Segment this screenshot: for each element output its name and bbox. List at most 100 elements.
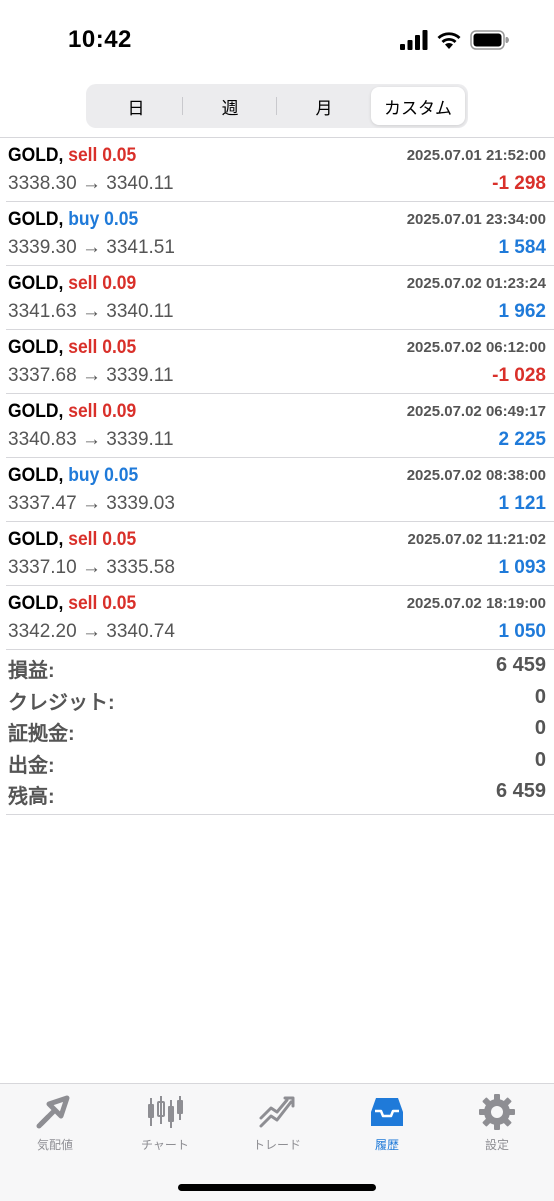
trade-row[interactable]: GOLD, sell 0.05 2025.07.02 06:12:00 3337…	[6, 330, 554, 394]
open-price: 3337.47	[8, 493, 77, 514]
wifi-icon	[436, 30, 462, 55]
arrow: →	[81, 173, 101, 194]
trade-prices: 3340.83 → 3339.11	[8, 429, 174, 451]
trade-title: GOLD, buy 0.05	[8, 209, 138, 231]
period-tab-day[interactable]: 日	[89, 87, 183, 125]
summary-balance-row: 残高: 6 459	[6, 776, 554, 808]
trade-symbol: GOLD,	[8, 273, 64, 294]
tab-quotes[interactable]: 気配値	[0, 1090, 110, 1153]
arrow: →	[81, 493, 101, 514]
close-price: 3339.11	[106, 429, 174, 450]
trade-time: 2025.07.01 23:34:00	[406, 211, 546, 228]
trade-type: sell 0.05	[68, 145, 137, 166]
trade-type: buy 0.05	[68, 209, 139, 230]
account-summary: 損益: 6 459 クレジット: 0 証拠金: 0 出金: 0 残高: 6 45…	[6, 650, 554, 815]
trade-profit: 1 093	[498, 557, 546, 578]
trade-type: sell 0.09	[68, 273, 137, 294]
trade-row[interactable]: GOLD, sell 0.09 2025.07.02 06:49:17 3340…	[6, 394, 554, 458]
tab-settings[interactable]: 設定	[442, 1090, 552, 1153]
close-price: 3340.11	[106, 173, 174, 194]
trade-time: 2025.07.02 11:21:02	[407, 531, 546, 548]
trade-symbol: GOLD,	[8, 465, 64, 486]
trade-title: GOLD, sell 0.05	[8, 145, 136, 167]
trade-type: sell 0.05	[68, 529, 137, 550]
trade-row[interactable]: GOLD, buy 0.05 2025.07.01 23:34:00 3339.…	[6, 202, 554, 266]
arrow: →	[81, 301, 101, 322]
tab-label: トレード	[252, 1138, 301, 1152]
trade-row[interactable]: GOLD, sell 0.05 2025.07.02 18:19:00 3342…	[6, 586, 554, 650]
history-icon	[365, 1090, 409, 1134]
trade-row[interactable]: GOLD, sell 0.05 2025.07.02 11:21:02 3337…	[6, 522, 554, 586]
status-time: 10:42	[68, 26, 132, 53]
tab-label: 履歴	[374, 1138, 399, 1152]
open-price: 3338.30	[8, 173, 77, 194]
trade-row[interactable]: GOLD, sell 0.05 2025.07.01 21:52:00 3338…	[6, 138, 554, 202]
close-price: 3335.58	[106, 557, 175, 578]
trade-symbol: GOLD,	[8, 145, 64, 166]
tab-history[interactable]: 履歴	[332, 1090, 442, 1153]
trade-profit: 1 584	[498, 237, 546, 258]
summary-value: 0	[534, 717, 546, 739]
arrow: →	[81, 621, 101, 642]
close-price: 3340.74	[106, 621, 175, 642]
summary-value: 6 459	[495, 780, 546, 802]
period-segmented-control: 日 週 月 カスタム	[86, 84, 468, 128]
trade-time: 2025.07.02 01:23:24	[406, 275, 546, 292]
trade-prices: 3341.63 → 3340.11	[8, 301, 174, 323]
period-tab-week[interactable]: 週	[183, 87, 277, 125]
trade-title: GOLD, sell 0.05	[8, 529, 136, 551]
cellular-signal-icon	[400, 30, 428, 55]
summary-profit-row: 損益: 6 459	[6, 650, 554, 682]
trade-type: sell 0.05	[68, 593, 137, 614]
close-price: 3341.51	[106, 237, 175, 258]
close-price: 3339.11	[106, 365, 174, 386]
trade-title: GOLD, sell 0.09	[8, 401, 136, 423]
trade-title: GOLD, sell 0.05	[8, 593, 136, 615]
trade-symbol: GOLD,	[8, 337, 64, 358]
open-price: 3337.10	[8, 557, 77, 578]
home-indicator[interactable]	[178, 1184, 376, 1191]
trade-prices: 3338.30 → 3340.11	[8, 173, 174, 195]
trade-profit: 1 962	[498, 301, 546, 322]
trade-symbol: GOLD,	[8, 593, 64, 614]
summary-value: 0	[534, 685, 546, 708]
battery-icon	[470, 30, 510, 55]
trade-history-list: GOLD, sell 0.05 2025.07.01 21:52:00 3338…	[0, 137, 554, 650]
trade-symbol: GOLD,	[8, 529, 64, 550]
summary-withdrawal-row: 出金: 0	[6, 745, 554, 777]
status-bar: 10:42	[0, 0, 554, 80]
trade-profit: 2 225	[498, 429, 546, 450]
tab-label: 気配値	[36, 1138, 73, 1152]
arrow: →	[81, 557, 101, 578]
trade-profit: 1 050	[498, 621, 546, 642]
trade-row[interactable]: GOLD, buy 0.05 2025.07.02 08:38:00 3337.…	[6, 458, 554, 522]
period-tab-month[interactable]: 月	[277, 87, 371, 125]
tab-label: 設定	[484, 1138, 509, 1152]
trade-profit: -1 028	[492, 365, 546, 386]
trade-row[interactable]: GOLD, sell 0.09 2025.07.02 01:23:24 3341…	[6, 266, 554, 330]
status-icons	[400, 30, 510, 55]
trade-time: 2025.07.02 08:38:00	[406, 467, 546, 484]
tab-chart[interactable]: チャート	[110, 1090, 220, 1153]
close-price: 3340.11	[106, 301, 174, 322]
trade-type: sell 0.09	[68, 401, 137, 422]
close-price: 3339.03	[106, 493, 175, 514]
summary-label: 証拠金:	[8, 723, 75, 745]
settings-icon	[475, 1090, 519, 1134]
trade-time: 2025.07.01 21:52:00	[406, 147, 546, 164]
trade-symbol: GOLD,	[8, 209, 64, 230]
open-price: 3340.83	[8, 429, 77, 450]
trade-type: buy 0.05	[68, 465, 139, 486]
trade-prices: 3342.20 → 3340.74	[8, 621, 175, 643]
trade-time: 2025.07.02 06:49:17	[406, 403, 546, 420]
tab-trade[interactable]: トレード	[222, 1090, 332, 1153]
chart-icon	[143, 1090, 187, 1134]
arrow: →	[81, 429, 101, 450]
summary-label: 残高:	[8, 786, 55, 808]
tab-label: チャート	[141, 1138, 189, 1152]
trade-title: GOLD, sell 0.09	[8, 273, 136, 295]
trade-prices: 3337.10 → 3335.58	[8, 557, 175, 579]
summary-deposit-row: 証拠金: 0	[6, 713, 554, 745]
trade-profit: -1 298	[492, 173, 546, 194]
period-tab-custom[interactable]: カスタム	[371, 87, 465, 125]
